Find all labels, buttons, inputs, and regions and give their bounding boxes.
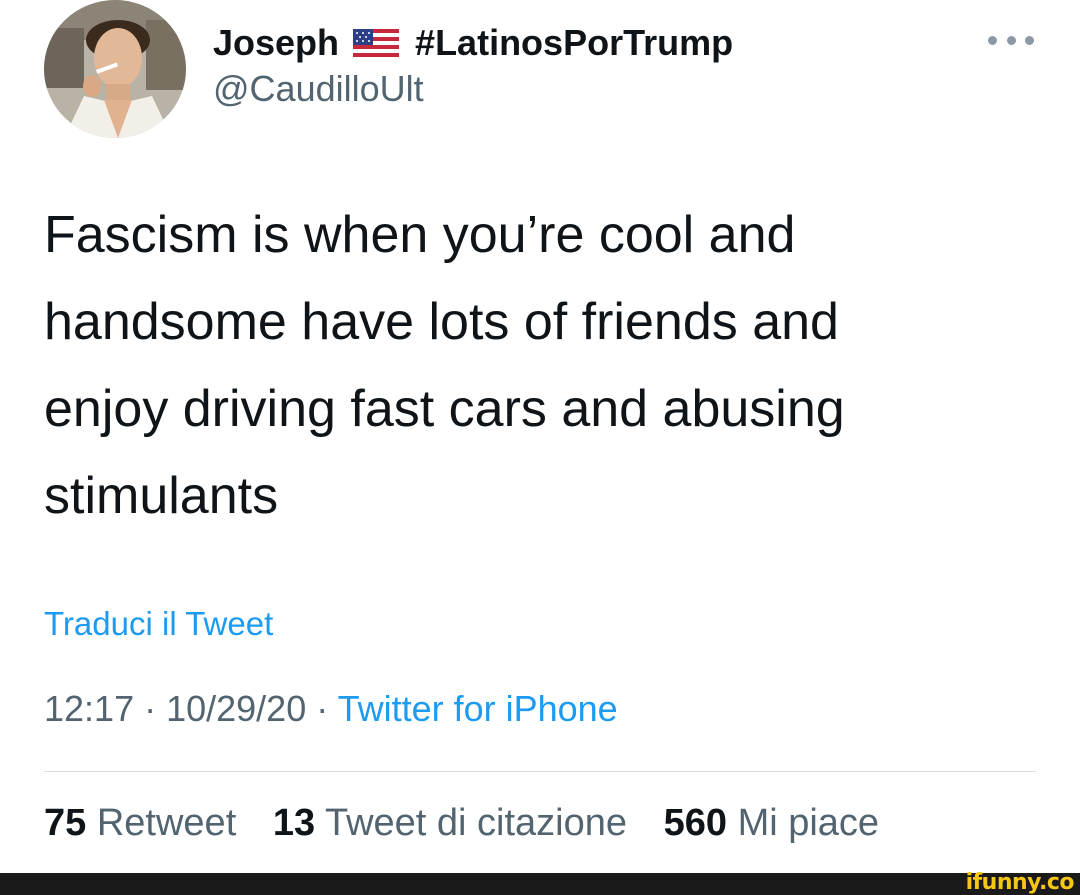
retweet-count: 75 [44, 802, 87, 844]
meta-separator: · [306, 688, 338, 729]
tweet-meta: 12:17 · 10/29/20 · Twitter for iPhone [44, 688, 618, 730]
retweet-label: Retweet [96, 802, 237, 844]
footer-bar: ifunny.co [0, 870, 1080, 895]
tweet-text: Fascism is when you’re cool and handsome… [44, 192, 1044, 540]
like-label: Mi piace [737, 802, 880, 844]
ifunny-watermark: ifunny.co [965, 870, 1075, 895]
more-dot [988, 35, 997, 45]
more-options-icon[interactable] [988, 28, 1034, 52]
author-name-row[interactable]: Joseph #LatinosPorTrump [213, 18, 733, 68]
user-handle[interactable]: @CaudilloUlt [213, 68, 424, 110]
tweet-source-link[interactable]: Twitter for iPhone [338, 688, 618, 729]
display-name[interactable]: Joseph [213, 22, 339, 64]
tweet-stats: 75 Retweet 13 Tweet di citazione 560 Mi … [44, 802, 905, 845]
tweet-date[interactable]: 10/29/20 [166, 688, 306, 729]
like-count-link[interactable]: 560 Mi piace [664, 802, 879, 844]
tweet-text-line: stimulants [44, 467, 279, 525]
quote-label: Tweet di citazione [324, 802, 628, 844]
divider [44, 771, 1036, 772]
meta-separator: · [134, 688, 167, 729]
retweet-count-link[interactable]: 75 Retweet [44, 802, 236, 844]
more-dot [1006, 35, 1016, 45]
avatar[interactable] [44, 0, 186, 138]
us-flag-icon [353, 29, 400, 57]
more-dot [1025, 35, 1034, 45]
tweet-time[interactable]: 12:17 [44, 688, 134, 729]
tweet-text-line: handsome have lots of friends and [44, 293, 839, 351]
display-name-hashtag[interactable]: #LatinosPorTrump [415, 22, 733, 64]
quote-count: 13 [272, 802, 316, 844]
translate-tweet-link[interactable]: Traduci il Tweet [44, 605, 273, 643]
tweet-text-line: Fascism is when you’re cool and [44, 206, 796, 264]
like-count: 560 [663, 802, 727, 844]
tweet-text-line: enjoy driving fast cars and abusing [44, 380, 845, 438]
quote-count-link[interactable]: 13 Tweet di citazione [273, 802, 627, 844]
